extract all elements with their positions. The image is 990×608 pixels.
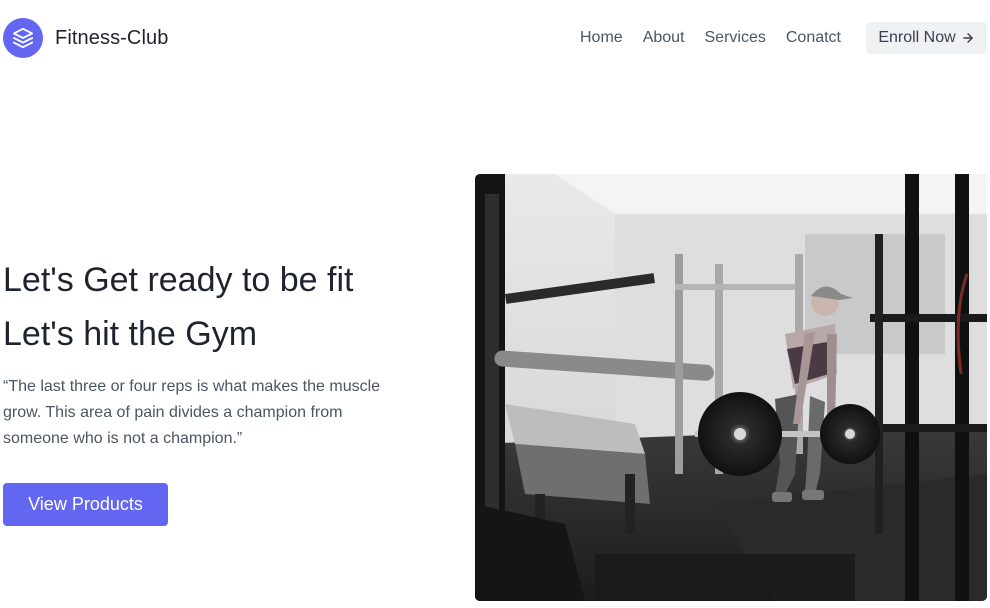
view-products-button[interactable]: View Products xyxy=(3,483,168,526)
hero-title: Let's Get ready to be fit Let's hit the … xyxy=(3,253,353,361)
layers-icon xyxy=(3,18,43,58)
hero-title-line-2: Let's hit the Gym xyxy=(3,315,258,353)
nav-link-home[interactable]: Home xyxy=(580,29,623,47)
hero-image xyxy=(475,174,987,601)
main-nav: Home About Services Conatct xyxy=(580,29,861,47)
enroll-now-button[interactable]: Enroll Now xyxy=(866,22,987,54)
brand-name: Fitness-Club xyxy=(55,26,169,49)
site-header: Fitness-Club Home About Services Conatct… xyxy=(0,0,990,76)
nav-link-services[interactable]: Services xyxy=(705,29,766,47)
arrow-right-icon xyxy=(961,31,975,45)
nav-link-contact[interactable]: Conatct xyxy=(786,29,841,47)
nav-link-about[interactable]: About xyxy=(643,29,685,47)
hero-quote: “The last three or four reps is what mak… xyxy=(3,378,381,447)
brand-logo-link[interactable]: Fitness-Club xyxy=(3,18,168,58)
hero-title-line-1: Let's Get ready to be fit xyxy=(3,261,354,299)
enroll-now-label: Enroll Now xyxy=(878,29,956,46)
